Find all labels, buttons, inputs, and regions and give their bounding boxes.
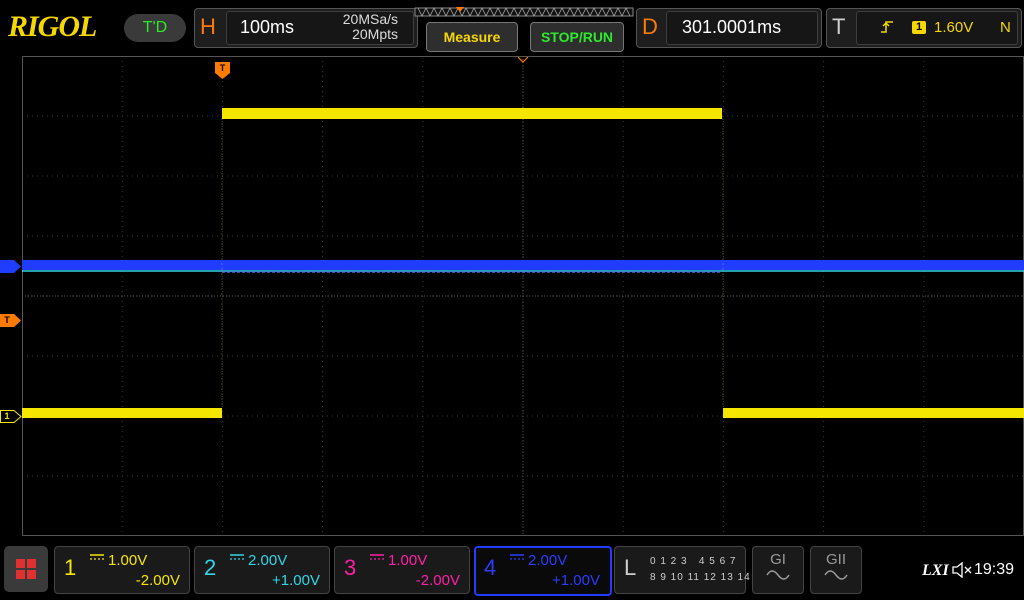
sample-rate: 20MSa/s bbox=[342, 11, 398, 27]
stop-run-button[interactable]: STOP/RUN bbox=[530, 22, 624, 52]
channel-2-scale: 2.00V bbox=[248, 552, 288, 569]
generator-2-button[interactable]: GII bbox=[810, 546, 862, 594]
channel-4-number: 4 bbox=[484, 555, 497, 580]
sample-info: 20MSa/s 20Mpts bbox=[310, 12, 398, 42]
channel-4-offset: +1.00V bbox=[552, 572, 600, 589]
channel-3-number: 3 bbox=[344, 555, 357, 580]
channel-2-number: 2 bbox=[204, 555, 217, 580]
ch4-trace bbox=[22, 260, 1024, 270]
ch1-trace-low-right bbox=[723, 408, 1024, 418]
dc-coupling-icon bbox=[510, 554, 524, 560]
channel-3-offset: -2.00V bbox=[415, 572, 460, 589]
trigger-position-label: T bbox=[219, 63, 226, 73]
dc-coupling-icon bbox=[370, 554, 384, 560]
memory-position-strip bbox=[414, 7, 634, 17]
channel-1-offset: -2.00V bbox=[135, 572, 180, 589]
dc-coupling-icon bbox=[90, 554, 104, 560]
timebase-value: 100ms bbox=[240, 17, 295, 37]
channel-1-number: 1 bbox=[64, 555, 77, 580]
delay-label: D bbox=[642, 14, 658, 39]
channel-3-scale: 1.00V bbox=[388, 552, 428, 569]
logic-channels-row2: 8 9 10 11 12 13 14 15 bbox=[650, 572, 768, 583]
ch4-offset-label: 4 bbox=[4, 261, 10, 271]
main-menu-button[interactable] bbox=[4, 546, 48, 592]
channel-4-scale: 2.00V bbox=[528, 552, 568, 569]
sine-wave-icon bbox=[824, 570, 848, 580]
trigger-sweep-mode: N bbox=[1000, 19, 1011, 36]
generator-1-label: GI bbox=[770, 551, 786, 568]
trigger-level-label: T bbox=[4, 315, 10, 325]
generator-2-label: GII bbox=[825, 551, 846, 568]
channel-2-offset: +1.00V bbox=[272, 572, 320, 589]
ch1-trace-low-left bbox=[22, 408, 222, 418]
grid-menu-icon bbox=[16, 559, 36, 579]
memory-depth: 20Mpts bbox=[352, 26, 398, 42]
run-status-badge[interactable]: T'D bbox=[124, 14, 186, 42]
rising-edge-icon bbox=[881, 21, 893, 33]
generator-1-button[interactable]: GI bbox=[752, 546, 804, 594]
system-clock: 19:39 bbox=[974, 561, 1015, 578]
logic-channels-row1: 0 1 2 3 4 5 6 7 bbox=[650, 556, 737, 567]
delay-value: 301.0001ms bbox=[682, 17, 782, 37]
measure-button[interactable]: Measure bbox=[426, 22, 518, 52]
trigger-label: T bbox=[832, 14, 846, 39]
ch1-trace-high bbox=[222, 108, 722, 119]
logic-label: L bbox=[624, 555, 637, 580]
channel-1-scale: 1.00V bbox=[108, 552, 148, 569]
lxi-logo: LXI bbox=[922, 562, 949, 579]
trigger-source-badge: 1 bbox=[912, 21, 926, 34]
horizontal-label: H bbox=[200, 14, 216, 39]
rigol-logo: RIGOL bbox=[8, 10, 97, 43]
waveform-display[interactable] bbox=[22, 56, 1024, 536]
speaker-muted-icon[interactable] bbox=[952, 562, 972, 578]
trigger-level-value: 1.60V bbox=[934, 19, 974, 36]
dc-coupling-icon bbox=[230, 554, 244, 560]
ch1-offset-label: 1 bbox=[4, 411, 10, 421]
center-marker bbox=[517, 56, 529, 63]
sine-wave-icon bbox=[766, 570, 790, 580]
